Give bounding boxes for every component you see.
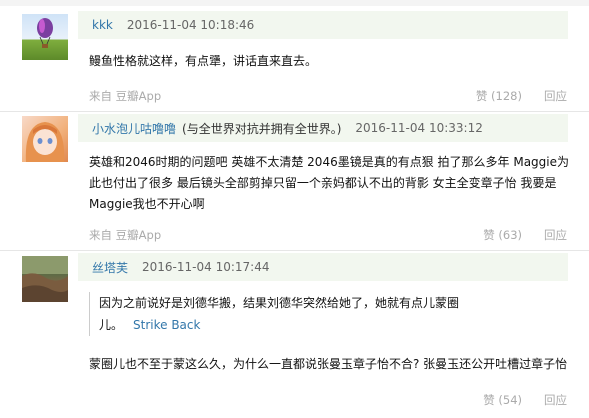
- quoted-reply: 因为之前说好是刘德华搬，结果刘德华突然给她了，她就有点儿蒙圈儿。 Strike B…: [89, 292, 479, 336]
- vote-button[interactable]: 赞 (54): [483, 392, 522, 408]
- divider: [0, 111, 589, 112]
- landscape-avatar-icon: [22, 256, 68, 302]
- comment-header: 丝塔芙 2016-11-04 10:17:44: [78, 253, 568, 281]
- comment-text: 英雄和2046时期的问题吧 英雄不太清楚 2046墨镜是真的有点狠 拍了那么多年…: [89, 155, 569, 211]
- comment-actions: 来自 豆瓣App 赞 (63) 回应: [89, 225, 567, 245]
- comment-actions: 来自 豆瓣App 赞 (128) 回应: [89, 86, 567, 106]
- vote-button[interactable]: 赞 (63): [483, 227, 522, 243]
- comment-time: 2016-11-04 10:18:46: [126, 18, 255, 32]
- divider: [0, 250, 589, 251]
- anime-avatar-icon: [25, 122, 65, 162]
- comment-header: 小水泡儿咕噜噜 (与全世界对抗并拥有全世界。) 2016-11-04 10:33…: [78, 114, 568, 142]
- username-link[interactable]: 丝塔芙: [92, 259, 128, 276]
- comment-text: 鳗鱼性格就这样，有点犟，讲话直来直去。: [89, 54, 318, 68]
- avatar[interactable]: [22, 256, 68, 302]
- avatar[interactable]: [22, 116, 68, 162]
- comment-source: 来自 豆瓣App: [89, 89, 162, 103]
- comment-time: 2016-11-04 10:17:44: [142, 260, 270, 274]
- vote-button[interactable]: 赞 (128): [476, 88, 522, 104]
- reply-button[interactable]: 回应: [544, 227, 567, 243]
- comment-actions: 赞 (54) 回应: [89, 390, 567, 410]
- balloon-avatar-icon: [37, 18, 53, 48]
- username-link[interactable]: kkk: [92, 18, 113, 32]
- username-link[interactable]: 小水泡儿咕噜噜: [92, 120, 176, 137]
- comment-time: 2016-11-04 10:33:12: [355, 121, 483, 135]
- reply-button[interactable]: 回应: [544, 392, 567, 408]
- comment-source: 来自 豆瓣App: [89, 228, 162, 242]
- quoted-author-link[interactable]: Strike Back: [133, 318, 200, 332]
- reply-button[interactable]: 回应: [544, 88, 567, 104]
- user-signature: (与全世界对抗并拥有全世界。): [182, 121, 342, 136]
- avatar[interactable]: [22, 14, 68, 60]
- previous-comment-edge: [0, 0, 589, 6]
- comment-text: 蒙圈儿也不至于蒙这么久，为什么一直都说张曼玉章子怡不合? 张曼玉还公开吐槽过章子…: [89, 357, 568, 371]
- comment-header: kkk 2016-11-04 10:18:46: [78, 11, 568, 39]
